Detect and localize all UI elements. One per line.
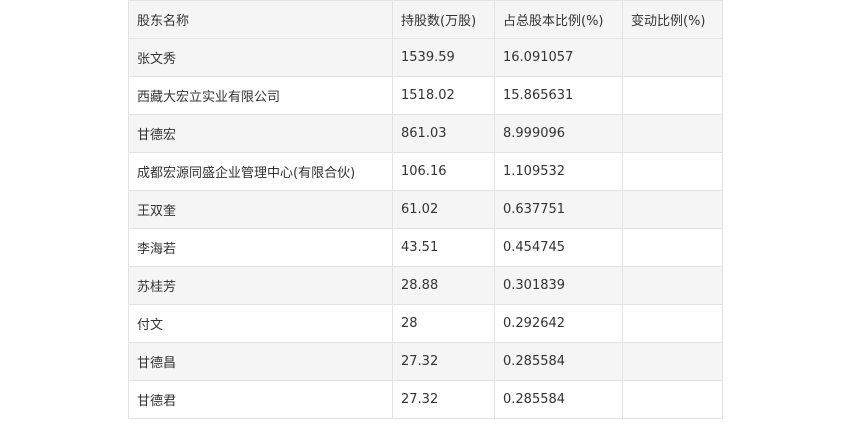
cell-change-ratio [622,76,723,115]
cell-shares-held: 861.03 [392,114,495,153]
cell-shares-held: 1518.02 [392,76,495,115]
cell-share-ratio: 0.285584 [494,380,623,419]
cell-share-ratio: 0.301839 [494,266,623,305]
cell-shares-held: 28.88 [392,266,495,305]
cell-change-ratio [622,228,723,267]
table-row: 成都宏源同盛企业管理中心(有限合伙) 106.16 1.109532 [128,152,723,191]
header-share-ratio: 占总股本比例(%) [494,0,623,39]
cell-shareholder-name: 苏桂芳 [128,266,393,305]
table-row: 李海若 43.51 0.454745 [128,228,723,267]
cell-share-ratio: 16.091057 [494,38,623,77]
table-row: 西藏大宏立实业有限公司 1518.02 15.865631 [128,76,723,115]
table-row: 甘德宏 861.03 8.999096 [128,114,723,153]
cell-shares-held: 43.51 [392,228,495,267]
header-shareholder-name: 股东名称 [128,0,393,39]
cell-change-ratio [622,38,723,77]
shareholder-table-container: 股东名称 持股数(万股) 占总股本比例(%) 变动比例(%) 张文秀 1539.… [128,0,723,419]
header-shares-held: 持股数(万股) [392,0,495,39]
table-row: 甘德昌 27.32 0.285584 [128,342,723,381]
cell-shares-held: 28 [392,304,495,343]
cell-shareholder-name: 李海若 [128,228,393,267]
cell-share-ratio: 0.454745 [494,228,623,267]
cell-change-ratio [622,114,723,153]
cell-share-ratio: 1.109532 [494,152,623,191]
cell-share-ratio: 0.292642 [494,304,623,343]
cell-shares-held: 106.16 [392,152,495,191]
cell-shareholder-name: 王双奎 [128,190,393,229]
cell-share-ratio: 0.285584 [494,342,623,381]
cell-change-ratio [622,266,723,305]
cell-shares-held: 27.32 [392,342,495,381]
cell-shares-held: 27.32 [392,380,495,419]
table-header-row: 股东名称 持股数(万股) 占总股本比例(%) 变动比例(%) [128,0,723,39]
cell-share-ratio: 15.865631 [494,76,623,115]
cell-shareholder-name: 成都宏源同盛企业管理中心(有限合伙) [128,152,393,191]
cell-change-ratio [622,342,723,381]
table-row: 甘德君 27.32 0.285584 [128,380,723,419]
cell-shareholder-name: 甘德君 [128,380,393,419]
cell-share-ratio: 0.637751 [494,190,623,229]
header-change-ratio: 变动比例(%) [622,0,723,39]
cell-shareholder-name: 付文 [128,304,393,343]
cell-share-ratio: 8.999096 [494,114,623,153]
cell-shareholder-name: 张文秀 [128,38,393,77]
cell-shareholder-name: 甘德宏 [128,114,393,153]
cell-change-ratio [622,304,723,343]
cell-shareholder-name: 西藏大宏立实业有限公司 [128,76,393,115]
cell-change-ratio [622,190,723,229]
table-row: 张文秀 1539.59 16.091057 [128,38,723,77]
table-row: 苏桂芳 28.88 0.301839 [128,266,723,305]
table-row: 付文 28 0.292642 [128,304,723,343]
cell-shares-held: 1539.59 [392,38,495,77]
cell-change-ratio [622,152,723,191]
cell-shareholder-name: 甘德昌 [128,342,393,381]
table-row: 王双奎 61.02 0.637751 [128,190,723,229]
shareholder-table: 股东名称 持股数(万股) 占总股本比例(%) 变动比例(%) 张文秀 1539.… [128,0,723,419]
cell-change-ratio [622,380,723,419]
cell-shares-held: 61.02 [392,190,495,229]
